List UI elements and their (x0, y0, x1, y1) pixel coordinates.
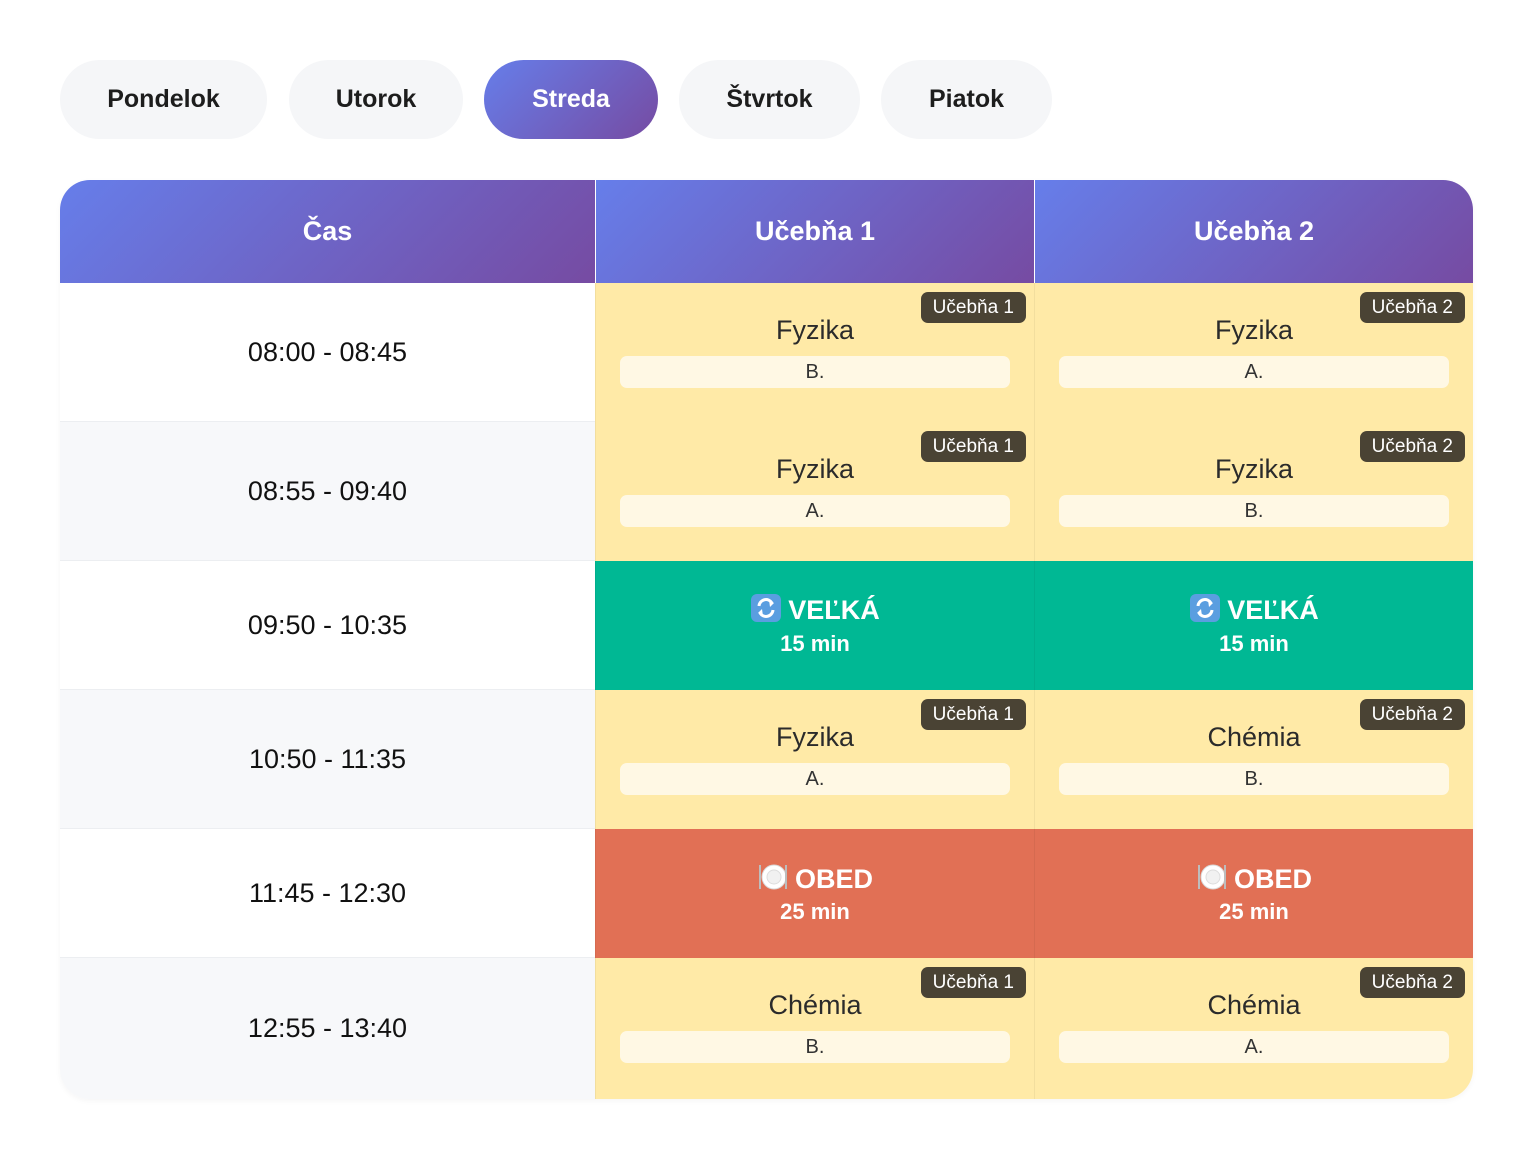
lesson-cell[interactable]: Učebňa 2 Chémia B. (1034, 690, 1473, 829)
tab-streda[interactable]: Streda (484, 60, 658, 139)
group-label: B. (1059, 495, 1449, 527)
subject-name: Chémia (768, 990, 862, 1020)
group-label: A. (1059, 356, 1449, 388)
lesson-cell[interactable]: Učebňa 2 Fyzika B. (1034, 422, 1473, 561)
group-label: B. (620, 1031, 1010, 1063)
break-duration: 15 min (780, 631, 850, 656)
refresh-icon (1190, 594, 1221, 622)
time-cell: 08:55 - 09:40 (60, 422, 595, 561)
lunch-cell: OBED 25 min (1034, 829, 1473, 958)
subject-name: Fyzika (1214, 454, 1293, 484)
group-label: B. (620, 356, 1010, 388)
plate-icon (758, 864, 787, 890)
tab-stvrtok[interactable]: Štvrtok (679, 60, 860, 139)
subject-name: Fyzika (775, 454, 854, 484)
time-cell: 08:00 - 08:45 (60, 283, 595, 422)
time-cell: 12:55 - 13:40 (60, 958, 595, 1099)
break-title: VEĽKÁ (1035, 593, 1473, 626)
lunch-cell: OBED 25 min (595, 829, 1034, 958)
refresh-icon (751, 594, 782, 622)
subject-name: Fyzika (775, 315, 854, 345)
lunch-title: OBED (1035, 862, 1473, 895)
tab-utorok[interactable]: Utorok (289, 60, 463, 139)
group-label: B. (1059, 763, 1449, 795)
schedule-table: Čas Učebňa 1 Učebňa 2 08:00 - 08:45 Učeb… (60, 180, 1473, 1099)
subject-name: Chémia (1207, 990, 1301, 1020)
lesson-cell[interactable]: Učebňa 1 Fyzika A. (595, 690, 1034, 829)
lunch-duration: 25 min (1219, 899, 1289, 924)
header-time: Čas (60, 180, 595, 283)
lesson-cell[interactable]: Učebňa 2 Chémia A. (1034, 958, 1473, 1099)
group-label: A. (620, 495, 1010, 527)
group-label: A. (1059, 1031, 1449, 1063)
header-room-1: Učebňa 1 (596, 180, 1034, 283)
time-cell: 11:45 - 12:30 (60, 829, 595, 958)
tab-piatok[interactable]: Piatok (881, 60, 1052, 139)
lesson-cell[interactable]: Učebňa 2 Fyzika A. (1034, 283, 1473, 422)
lunch-title: OBED (596, 862, 1034, 895)
subject-name: Fyzika (1214, 315, 1293, 345)
lunch-duration: 25 min (780, 899, 850, 924)
group-label: A. (620, 763, 1010, 795)
header-room-2: Učebňa 2 (1035, 180, 1473, 283)
lesson-cell[interactable]: Učebňa 1 Fyzika A. (595, 422, 1034, 561)
subject-name: Fyzika (775, 722, 854, 752)
time-cell: 09:50 - 10:35 (60, 561, 595, 690)
break-duration: 15 min (1219, 631, 1289, 656)
lesson-cell[interactable]: Učebňa 1 Fyzika B. (595, 283, 1034, 422)
lesson-cell[interactable]: Učebňa 1 Chémia B. (595, 958, 1034, 1099)
subject-name: Chémia (1207, 722, 1301, 752)
break-cell: VEĽKÁ 15 min (1034, 561, 1473, 690)
plate-icon (1197, 864, 1226, 890)
time-cell: 10:50 - 11:35 (60, 690, 595, 829)
break-cell: VEĽKÁ 15 min (595, 561, 1034, 690)
break-title: VEĽKÁ (596, 593, 1034, 626)
tab-pondelok[interactable]: Pondelok (60, 60, 267, 139)
